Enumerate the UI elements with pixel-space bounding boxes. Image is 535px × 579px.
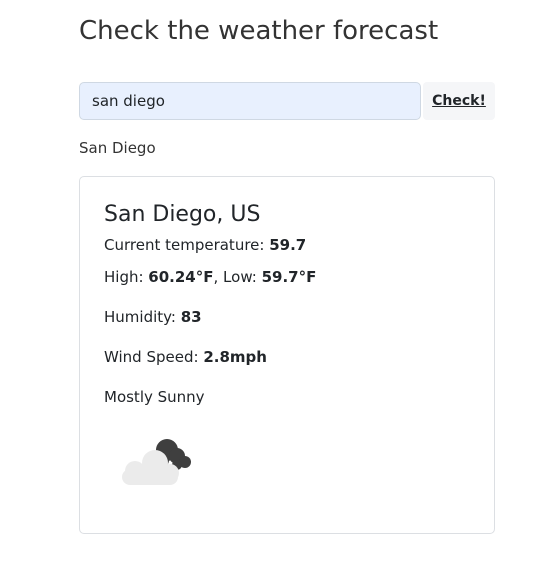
temperature-value: 59.7 bbox=[269, 236, 307, 254]
low-value: 59.7°F bbox=[261, 268, 317, 286]
temperature-label: Current temperature: bbox=[104, 236, 270, 254]
low-label: Low: bbox=[223, 268, 262, 286]
weather-page: Check the weather forecast Check! San Di… bbox=[0, 0, 535, 579]
high-low-separator: , bbox=[213, 268, 224, 286]
cloud-icon bbox=[122, 439, 191, 485]
city-search-input[interactable] bbox=[79, 82, 421, 120]
high-value: 60.24°F bbox=[148, 268, 214, 286]
wind-speed: Wind Speed: 2.8mph bbox=[104, 348, 267, 366]
humidity: Humidity: 83 bbox=[104, 308, 202, 326]
page-title: Check the weather forecast bbox=[79, 16, 439, 46]
humidity-value: 83 bbox=[180, 308, 202, 326]
searched-location-label: San Diego bbox=[79, 139, 156, 157]
humidity-label: Humidity: bbox=[104, 308, 181, 326]
wind-speed-value: 2.8mph bbox=[203, 348, 267, 366]
high-low: High: 60.24°F, Low: 59.7°F bbox=[104, 268, 316, 286]
weather-card: San Diego, US Current temperature: 59.7 … bbox=[79, 176, 495, 534]
check-button[interactable]: Check! bbox=[423, 82, 495, 120]
wind-speed-label: Wind Speed: bbox=[104, 348, 204, 366]
city-heading: San Diego, US bbox=[104, 202, 261, 227]
weather-description: Mostly Sunny bbox=[104, 388, 205, 406]
high-label: High: bbox=[104, 268, 149, 286]
current-temperature: Current temperature: 59.7 bbox=[104, 236, 306, 254]
